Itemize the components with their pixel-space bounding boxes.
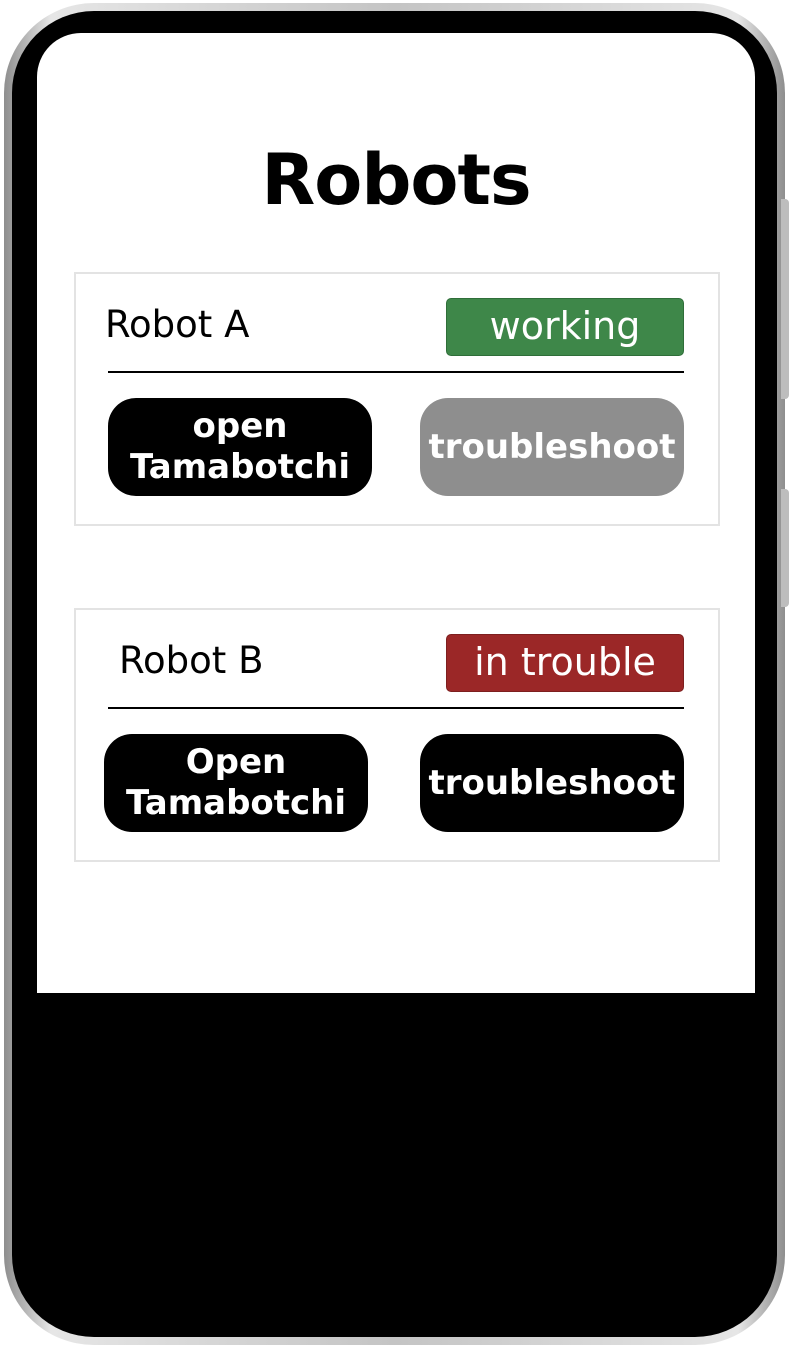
power-button	[781, 489, 789, 607]
card-divider	[108, 707, 684, 709]
robot-card-b: Robot B in trouble Open Tamabotchi troub…	[74, 608, 720, 862]
status-badge: in trouble	[446, 634, 684, 692]
volume-button	[781, 199, 789, 399]
card-divider	[108, 371, 684, 373]
open-tamabotchi-button[interactable]: Open Tamabotchi	[104, 734, 368, 832]
open-tamabotchi-button[interactable]: open Tamabotchi	[108, 398, 372, 496]
robot-card-a: Robot A working open Tamabotchi troubles…	[74, 272, 720, 526]
robot-name: Robot B	[119, 639, 264, 682]
status-badge: working	[446, 298, 684, 356]
troubleshoot-button[interactable]: troubleshoot	[420, 734, 684, 832]
robot-name: Robot A	[105, 303, 250, 346]
troubleshoot-button[interactable]: troubleshoot	[420, 398, 684, 496]
page-title: Robots	[261, 139, 531, 221]
